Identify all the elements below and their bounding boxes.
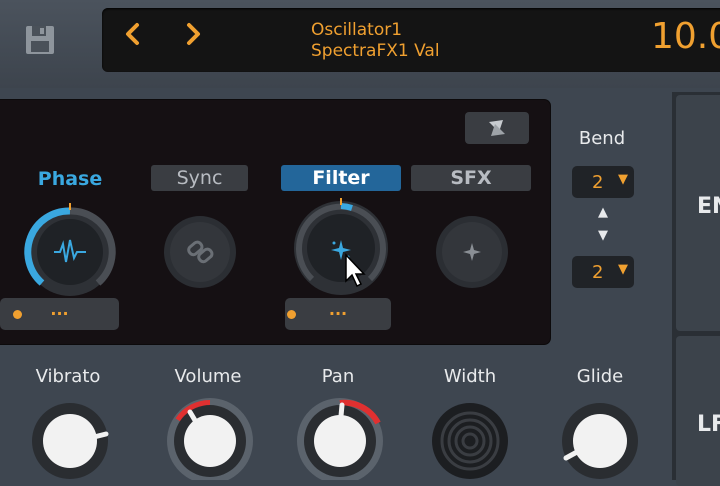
- expand-arrows-icon: [489, 120, 505, 136]
- lfo-panel[interactable]: [676, 336, 720, 486]
- bend-up-value: 2: [592, 172, 604, 193]
- tab-filter[interactable]: Filter: [281, 165, 401, 191]
- vibrato-label: Vibrato: [35, 366, 101, 387]
- phase-knob[interactable]: [24, 203, 116, 296]
- preset-category: Oscillator1: [311, 20, 403, 40]
- phase-mod-dot: [13, 310, 22, 319]
- next-preset-button[interactable]: [178, 18, 208, 50]
- volume-knob[interactable]: [167, 398, 253, 480]
- bend-down-value: 2: [592, 262, 604, 283]
- chevron-right-icon: [187, 23, 200, 45]
- expand-button[interactable]: [465, 112, 529, 144]
- bottom-knobs: [32, 398, 638, 480]
- save-button[interactable]: [22, 22, 58, 58]
- pan-knob[interactable]: [297, 398, 383, 480]
- envelope-label: EN: [697, 194, 720, 219]
- pan-label: Pan: [321, 366, 355, 387]
- vibrato-knob[interactable]: [32, 403, 109, 479]
- value-readout: 10.0: [651, 16, 720, 57]
- glide-knob[interactable]: [562, 403, 638, 479]
- filter-knob[interactable]: [294, 198, 388, 295]
- sfx-knob[interactable]: [436, 216, 508, 288]
- bend-label: Bend: [578, 128, 626, 149]
- floppy-disk-icon: [26, 26, 54, 54]
- filter-mod-dot: [287, 310, 296, 319]
- caret-down-icon: ▼: [618, 172, 628, 187]
- arrow-up-icon: ▲: [598, 205, 608, 220]
- width-knob[interactable]: [432, 403, 508, 479]
- tab-sync[interactable]: Sync: [151, 165, 248, 191]
- volume-label: Volume: [174, 366, 242, 387]
- caret-down-icon: ▼: [618, 262, 628, 277]
- tab-sfx[interactable]: SFX: [411, 165, 531, 191]
- glide-label: Glide: [576, 366, 624, 387]
- sync-knob[interactable]: [164, 216, 236, 288]
- preset-name: SpectraFX1 Val: [311, 41, 440, 61]
- prev-preset-button[interactable]: [118, 18, 148, 50]
- mouse-cursor-icon: [345, 253, 366, 288]
- panel-knobs: [24, 198, 508, 296]
- chevron-left-icon: [126, 23, 139, 45]
- tab-phase[interactable]: Phase: [20, 166, 120, 192]
- width-label: Width: [443, 366, 497, 387]
- arrow-down-icon: ▼: [598, 228, 608, 243]
- bend-up-select[interactable]: 2 ▼: [572, 166, 634, 198]
- bend-down-select[interactable]: 2 ▼: [572, 256, 634, 288]
- lfo-label: LF: [697, 412, 720, 437]
- filter-slot-button[interactable]: ...: [285, 298, 391, 330]
